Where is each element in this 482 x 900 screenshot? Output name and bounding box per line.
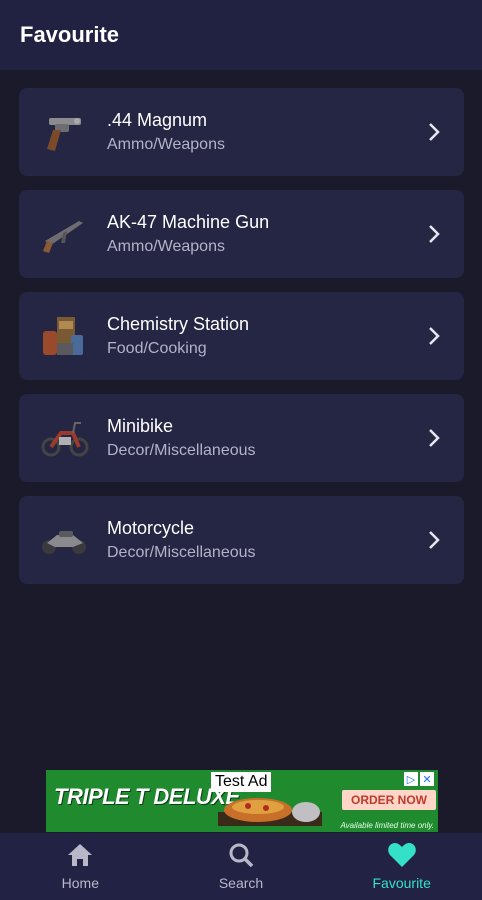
chevron-right-icon [426,529,442,551]
bottom-nav: Home Search Favourite [0,833,482,900]
home-icon [66,842,94,873]
nav-favourite[interactable]: Favourite [321,833,482,900]
minibike-icon [37,413,91,463]
heart-icon [387,842,417,873]
rifle-icon [37,209,91,259]
list-item[interactable]: AK-47 Machine Gun Ammo/Weapons [19,190,464,278]
chevron-right-icon [426,427,442,449]
revolver-icon [37,107,91,157]
nav-search-label: Search [218,875,264,891]
ad-food-image [218,794,322,826]
nav-search[interactable]: Search [161,833,322,900]
item-title: .44 Magnum [107,109,208,130]
close-icon[interactable]: ✕ [420,772,434,786]
ad-test-label: Test Ad [211,772,272,792]
item-category: Ammo/Weapons [107,135,225,153]
ad-fineprint: Available limited time only. [340,821,434,830]
list-item[interactable]: Minibike Decor/Miscellaneous [19,394,464,482]
app-bar: Favourite [0,0,482,70]
ad-order-now-button[interactable]: ORDER NOW [342,790,436,810]
search-icon [227,842,255,873]
item-title: Chemistry Station [107,313,250,334]
adchoices-icon[interactable]: ▷ [404,772,418,786]
chemistry-station-icon [37,311,91,361]
ad-controls: ▷ ✕ [404,772,434,786]
favourites-list: .44 Magnum Ammo/Weapons AK-47 Machine Gu… [19,88,464,598]
nav-favourite-label: Favourite [372,875,431,891]
item-category: Food/Cooking [107,339,207,357]
item-category: Decor/Miscellaneous [107,543,256,561]
item-title: AK-47 Machine Gun [107,211,270,232]
chevron-right-icon [426,325,442,347]
chevron-right-icon [426,121,442,143]
motorcycle-icon [37,515,91,565]
page-title: Favourite [20,22,120,47]
list-item[interactable]: .44 Magnum Ammo/Weapons [19,88,464,176]
item-category: Decor/Miscellaneous [107,441,256,459]
nav-home-label: Home [61,875,100,891]
list-item[interactable]: Motorcycle Decor/Miscellaneous [19,496,464,584]
item-category: Ammo/Weapons [107,237,225,255]
list-item[interactable]: Chemistry Station Food/Cooking [19,292,464,380]
item-title: Motorcycle [107,517,195,538]
item-title: Minibike [107,415,174,436]
chevron-right-icon [426,223,442,245]
ad-banner[interactable]: TRIPLE T DELUXE Test Ad ORDER NOW Availa… [46,770,438,832]
nav-home[interactable]: Home [0,833,161,900]
